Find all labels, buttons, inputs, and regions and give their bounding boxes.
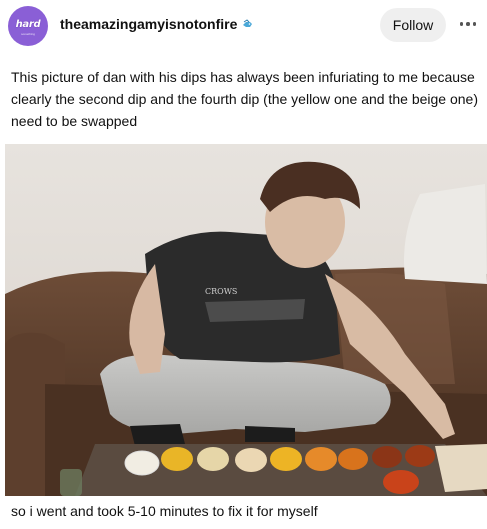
- post-header: hard something theamazingamyisnotonfire …: [0, 0, 487, 52]
- username-row: theamazingamyisnotonfire: [60, 16, 253, 32]
- post-photo[interactable]: CROWS: [5, 144, 487, 496]
- fish-badge-icon[interactable]: [241, 18, 253, 30]
- dip-beige-2: [235, 448, 267, 472]
- bottle: [60, 469, 82, 496]
- username-link[interactable]: theamazingamyisnotonfire: [60, 16, 237, 32]
- more-dots-icon[interactable]: [456, 14, 480, 34]
- dip-beige: [197, 447, 229, 471]
- dip-ranch: [124, 450, 160, 476]
- dip-orange: [305, 447, 337, 471]
- sock: [245, 426, 295, 442]
- avatar-logo-text: hard: [15, 19, 41, 30]
- dot: [466, 22, 470, 26]
- avatar[interactable]: hard something: [8, 6, 48, 46]
- photo-illustration: CROWS: [5, 144, 487, 496]
- dip-dark-orange: [338, 448, 368, 470]
- dip-front: [383, 470, 419, 494]
- dot: [459, 22, 464, 26]
- shirt-graphic: [205, 299, 305, 322]
- post-caption: This picture of dan with his dips has al…: [11, 69, 478, 129]
- shirt-print: CROWS: [205, 287, 237, 296]
- dip-mustard: [270, 447, 302, 471]
- sock: [130, 424, 185, 446]
- dot: [472, 22, 477, 26]
- follow-button[interactable]: Follow: [380, 8, 446, 42]
- avatar-logo-subtext: something: [21, 32, 35, 36]
- dip-bbq: [372, 446, 402, 468]
- post-footer-text: so i went and took 5-10 minutes to fix i…: [11, 503, 318, 519]
- dip-red: [405, 445, 435, 467]
- dip-yellow: [161, 447, 193, 471]
